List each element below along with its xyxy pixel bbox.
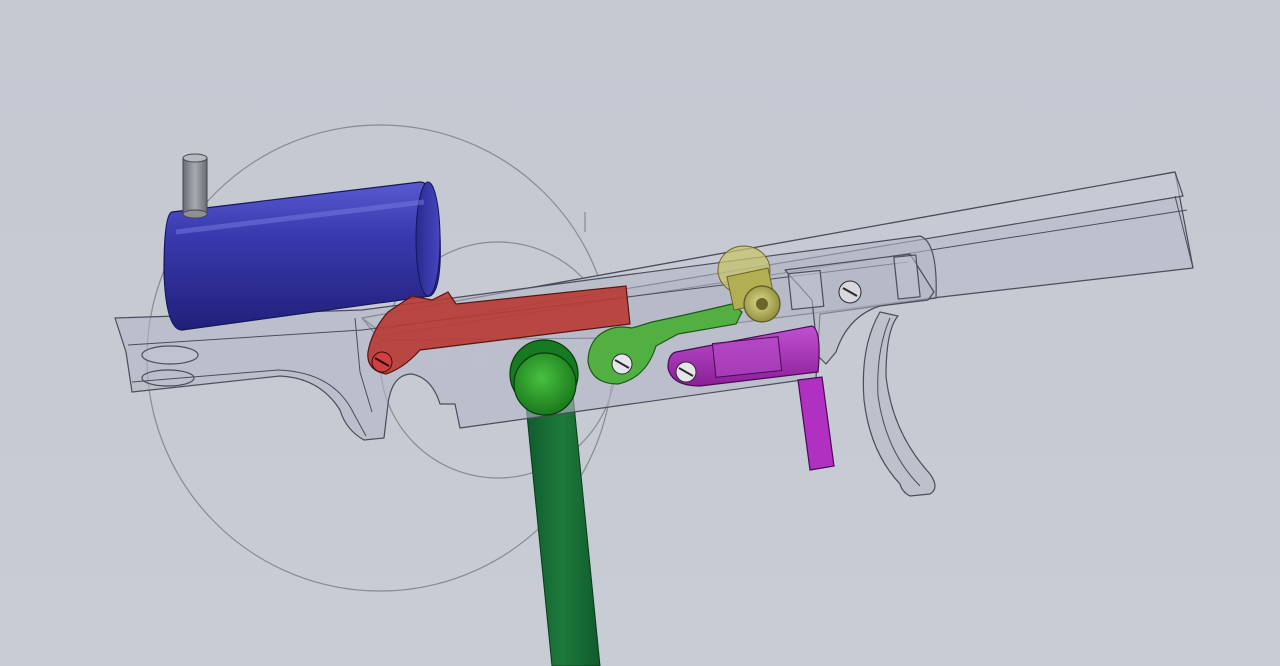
knob-face[interactable] bbox=[513, 352, 577, 416]
cad-viewport[interactable] bbox=[0, 0, 1280, 666]
pin-top bbox=[182, 153, 208, 163]
housing-screw[interactable] bbox=[838, 280, 862, 304]
trigger-blade[interactable] bbox=[862, 311, 936, 497]
pin-shaft bbox=[182, 157, 208, 215]
trigger-bar-slot bbox=[711, 336, 783, 378]
spring-bore bbox=[756, 298, 768, 310]
assembly-scene[interactable] bbox=[0, 0, 1280, 666]
trigger-blade-shape[interactable] bbox=[862, 311, 936, 497]
trigger-bar-leg[interactable] bbox=[797, 376, 835, 471]
guard-block bbox=[787, 269, 825, 311]
pin-base bbox=[182, 209, 208, 219]
cylinder-pin[interactable] bbox=[182, 153, 208, 219]
blue-cylinder[interactable] bbox=[163, 153, 441, 331]
cylinder-end-cap bbox=[415, 181, 441, 297]
end-slot bbox=[141, 345, 199, 365]
guard-block-right bbox=[893, 254, 921, 300]
